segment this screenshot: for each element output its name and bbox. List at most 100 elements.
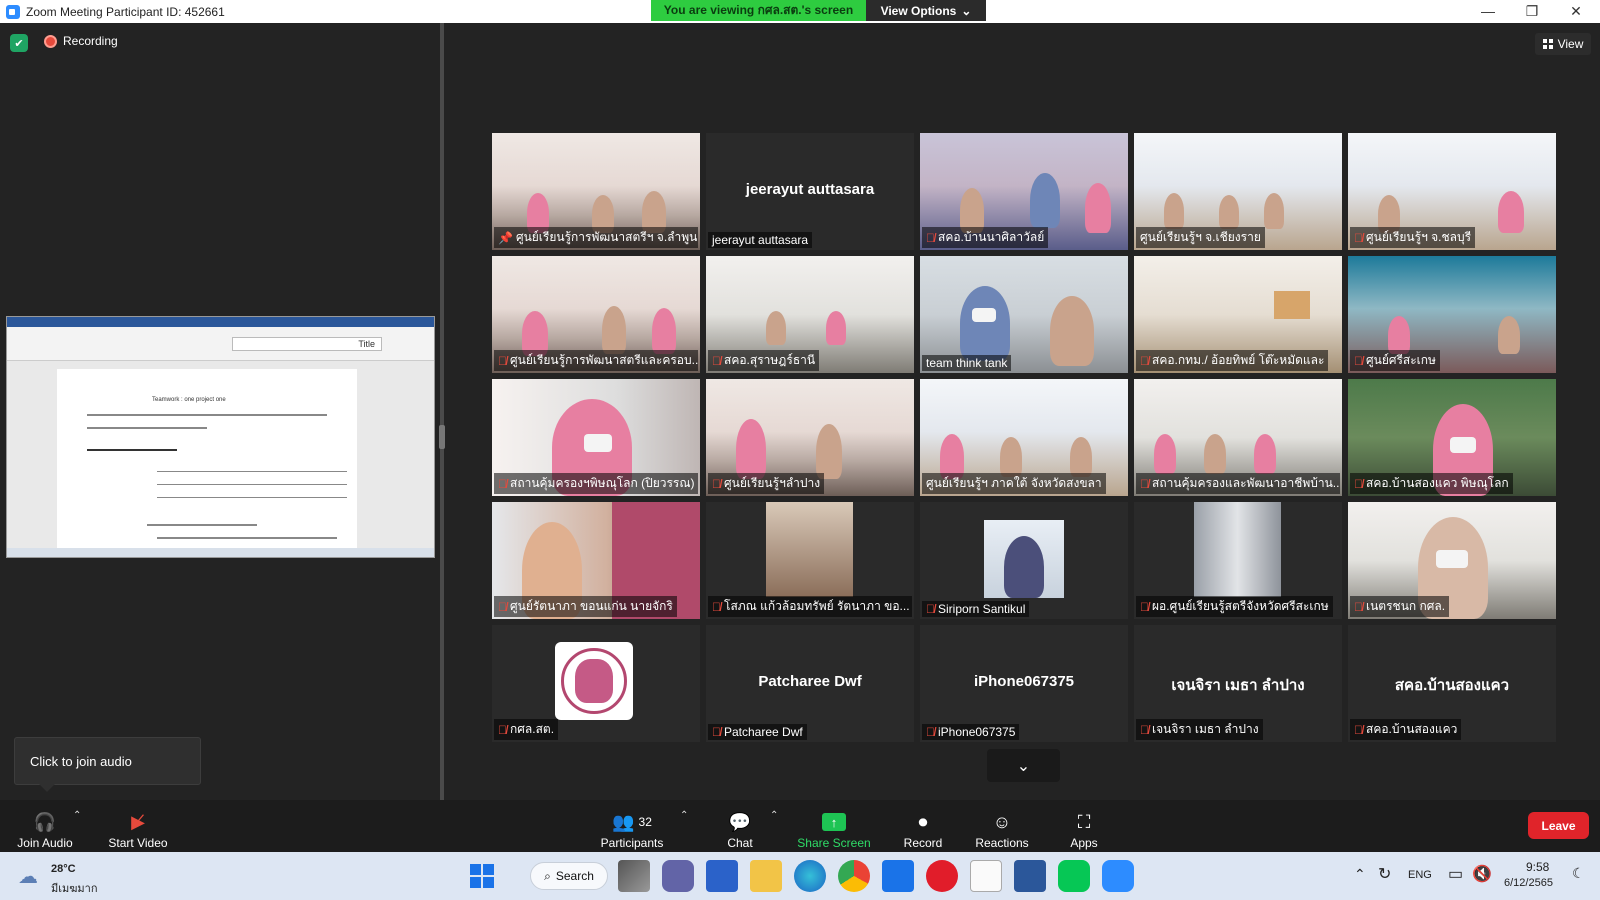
- audio-options-caret[interactable]: ⌃: [73, 810, 81, 821]
- wall-picture: [1274, 291, 1310, 319]
- opera-browser-icon[interactable]: [926, 860, 958, 892]
- view-button[interactable]: View: [1535, 33, 1591, 55]
- mail-icon[interactable]: [882, 860, 914, 892]
- zoom-taskbar-icon[interactable]: [1102, 860, 1134, 892]
- recording-indicator[interactable]: Recording: [44, 34, 118, 48]
- join-audio-button[interactable]: 🎧 Join Audio: [14, 804, 76, 851]
- chat-bubble-icon: 💬: [728, 811, 752, 832]
- participant-name: 🎙̸ Patcharee Dwf: [708, 724, 807, 740]
- muted-mic-icon: 🎙̸: [1140, 476, 1149, 491]
- start-video-button[interactable]: ▶̸ Start Video: [106, 804, 170, 851]
- participant-tile[interactable]: สคอ.บ้านสองแคว 🎙̸ สคอ.บ้านสองแคว: [1348, 625, 1556, 742]
- participant-tile[interactable]: 🎙̸ สคอ.บ้านสองแคว พิษณุโลก: [1348, 379, 1556, 496]
- participant-display-name: iPhone067375: [973, 673, 1075, 690]
- participant-figure: [1000, 437, 1022, 477]
- face-mask: [584, 434, 612, 452]
- participant-tile[interactable]: 🎙̸ สถานคุ้มครองและพัฒนาอาชีพบ้าน...: [1134, 379, 1342, 496]
- view-options-button[interactable]: View Options ⌄: [866, 0, 986, 21]
- notification-icon[interactable]: ☾: [1572, 865, 1585, 882]
- word-icon[interactable]: [1014, 860, 1046, 892]
- participant-name: 🎙̸ ศูนย์เรียนรู้ฯ จ.ชลบุรี: [1350, 227, 1476, 248]
- participant-tile[interactable]: 🎙̸ Siriporn Santikul: [920, 502, 1128, 619]
- participant-figure: [816, 424, 842, 479]
- participant-name: 🎙̸ สถานคุ้มครองฯพิษณุโลก (ปิยวรรณ): [494, 473, 698, 494]
- participant-tile[interactable]: ศูนย์เรียนรู้ฯ จ.เชียงราย: [1134, 133, 1342, 250]
- chat-button[interactable]: 💬 Chat: [722, 804, 758, 851]
- close-button[interactable]: ✕: [1554, 0, 1598, 22]
- task-view-icon[interactable]: [618, 860, 650, 892]
- chevron-up-icon[interactable]: ⌃: [1354, 866, 1366, 883]
- participant-figure: [1498, 191, 1524, 233]
- word-titlebar: [7, 317, 434, 327]
- taskbar-search[interactable]: ⌕ Search: [530, 862, 608, 890]
- participant-tile[interactable]: 🎙̸ ผอ.ศูนย์เรียนรู้สตรีจังหวัดศรีสะเกษ: [1134, 502, 1342, 619]
- line-app-icon[interactable]: [1058, 860, 1090, 892]
- clock-time[interactable]: 9:58: [1526, 860, 1549, 874]
- face-mask: [972, 308, 996, 322]
- input-language[interactable]: ENG: [1408, 869, 1432, 881]
- edge-browser-icon[interactable]: [794, 860, 826, 892]
- speaker-muted-icon[interactable]: 🔇: [1472, 864, 1492, 884]
- participant-figure: [1388, 316, 1410, 354]
- file-explorer-icon[interactable]: [750, 860, 782, 892]
- leave-button[interactable]: Leave: [1528, 812, 1589, 839]
- participant-tile[interactable]: iPhone067375 🎙̸ iPhone067375: [920, 625, 1128, 742]
- participant-tile[interactable]: 🎙̸ ศูนย์รัตนาภา ขอนแก่น นายจักริ: [492, 502, 700, 619]
- chrome-browser-icon[interactable]: [838, 860, 870, 892]
- participant-name: 🎙̸ สคอ.บ้านสองแคว: [1350, 719, 1462, 740]
- microsoft-store-icon[interactable]: [706, 860, 738, 892]
- chat-options-caret[interactable]: ⌃: [770, 810, 778, 821]
- doc-line: [147, 524, 257, 526]
- weather-cloud-icon[interactable]: ☁: [18, 864, 38, 889]
- participant-tile[interactable]: 🎙̸ ศูนย์ศรีสะเกษ: [1348, 256, 1556, 373]
- gallery-next-page-button[interactable]: ⌄: [987, 749, 1060, 782]
- participant-tile[interactable]: ศูนย์เรียนรู้ฯ ภาคใต้ จังหวัดสงขลา: [920, 379, 1128, 496]
- muted-mic-icon: 🎙̸: [926, 230, 935, 245]
- weather-temperature[interactable]: 28°C: [51, 863, 76, 875]
- meeting-toolbar: 🎧 Join Audio ⌃ ▶̸ Start Video 👥 32 Parti…: [0, 800, 1600, 852]
- monitor-network-icon[interactable]: ▭: [1448, 864, 1463, 884]
- divider-handle[interactable]: [439, 425, 445, 449]
- doc-line: [157, 484, 347, 485]
- participant-tile[interactable]: jeerayut auttasara jeerayut auttasara: [706, 133, 914, 250]
- windows-start-icon[interactable]: [470, 864, 494, 888]
- participant-tile[interactable]: 🎙̸ สคอ.สุราษฎร์ธานี: [706, 256, 914, 373]
- participant-tile[interactable]: 🎙̸ สคอ.กทม./ อ้อยทิพย์ โต๊ะหมัดและ: [1134, 256, 1342, 373]
- participant-tile[interactable]: 🎙̸ ศูนย์เรียนรู้การพัฒนาสตรีและครอบ...: [492, 256, 700, 373]
- weather-description[interactable]: มีเมฆมาก: [51, 879, 98, 897]
- participant-figure: [1264, 193, 1284, 229]
- participant-tile[interactable]: 🎙̸ สคอ.บ้านนาศิลาวัลย์: [920, 133, 1128, 250]
- panel-divider[interactable]: [440, 23, 444, 800]
- teams-chat-icon[interactable]: [662, 860, 694, 892]
- record-button[interactable]: ⏺ Record: [898, 804, 948, 851]
- participants-options-caret[interactable]: ⌃: [680, 810, 688, 821]
- participant-name: ศูนย์เรียนรู้ฯ จ.เชียงราย: [1136, 227, 1265, 248]
- participants-button[interactable]: 👥 32 Participants: [596, 804, 668, 851]
- minimize-button[interactable]: —: [1466, 0, 1510, 22]
- participant-tile[interactable]: 📌 ศูนย์เรียนรู้การพัฒนาสตรีฯ จ.ลำพูน: [492, 133, 700, 250]
- seal-emblem: [575, 659, 613, 703]
- participant-tile[interactable]: 🎙̸ ศูนย์เรียนรู้ฯ จ.ชลบุรี: [1348, 133, 1556, 250]
- apps-button[interactable]: ⛶ Apps: [1066, 804, 1102, 851]
- doc-line: [157, 537, 337, 539]
- participant-tile[interactable]: 🎙̸ เนตรชนก กศล.: [1348, 502, 1556, 619]
- participant-tile[interactable]: 🎙̸ ศูนย์เรียนรู้ฯลำปาง: [706, 379, 914, 496]
- shared-screen-thumbnail[interactable]: Title Teamwork : one project one: [6, 316, 435, 558]
- participant-tile[interactable]: 🎙̸ กศล.สต.: [492, 625, 700, 742]
- participant-video: [984, 520, 1064, 598]
- maximize-button[interactable]: ❐: [1510, 0, 1554, 22]
- join-audio-tooltip[interactable]: Click to join audio: [14, 737, 201, 792]
- participant-tile[interactable]: Patcharee Dwf 🎙̸ Patcharee Dwf: [706, 625, 914, 742]
- participant-tile[interactable]: 🎙̸ สถานคุ้มครองฯพิษณุโลก (ปิยวรรณ): [492, 379, 700, 496]
- security-shield-icon[interactable]: ✔: [10, 34, 28, 52]
- document-file-icon[interactable]: [970, 860, 1002, 892]
- sync-icon[interactable]: ↻: [1378, 864, 1391, 884]
- share-screen-button[interactable]: ↑ Share Screen: [796, 804, 872, 850]
- participant-name: team think tank: [922, 355, 1012, 371]
- muted-mic-icon: 🎙̸: [1354, 599, 1363, 614]
- clock-date[interactable]: 6/12/2565: [1504, 877, 1553, 889]
- participant-tile[interactable]: เจนจิรา เมธา ลำปาง 🎙̸ เจนจิรา เมธา ลำปาง: [1134, 625, 1342, 742]
- participant-tile[interactable]: team think tank: [920, 256, 1128, 373]
- reactions-button[interactable]: ☺ Reactions: [974, 804, 1030, 851]
- participant-tile[interactable]: 🎙̸ โสภณ แก้วล้อมทรัพย์ รัตนาภา ขอ...: [706, 502, 914, 619]
